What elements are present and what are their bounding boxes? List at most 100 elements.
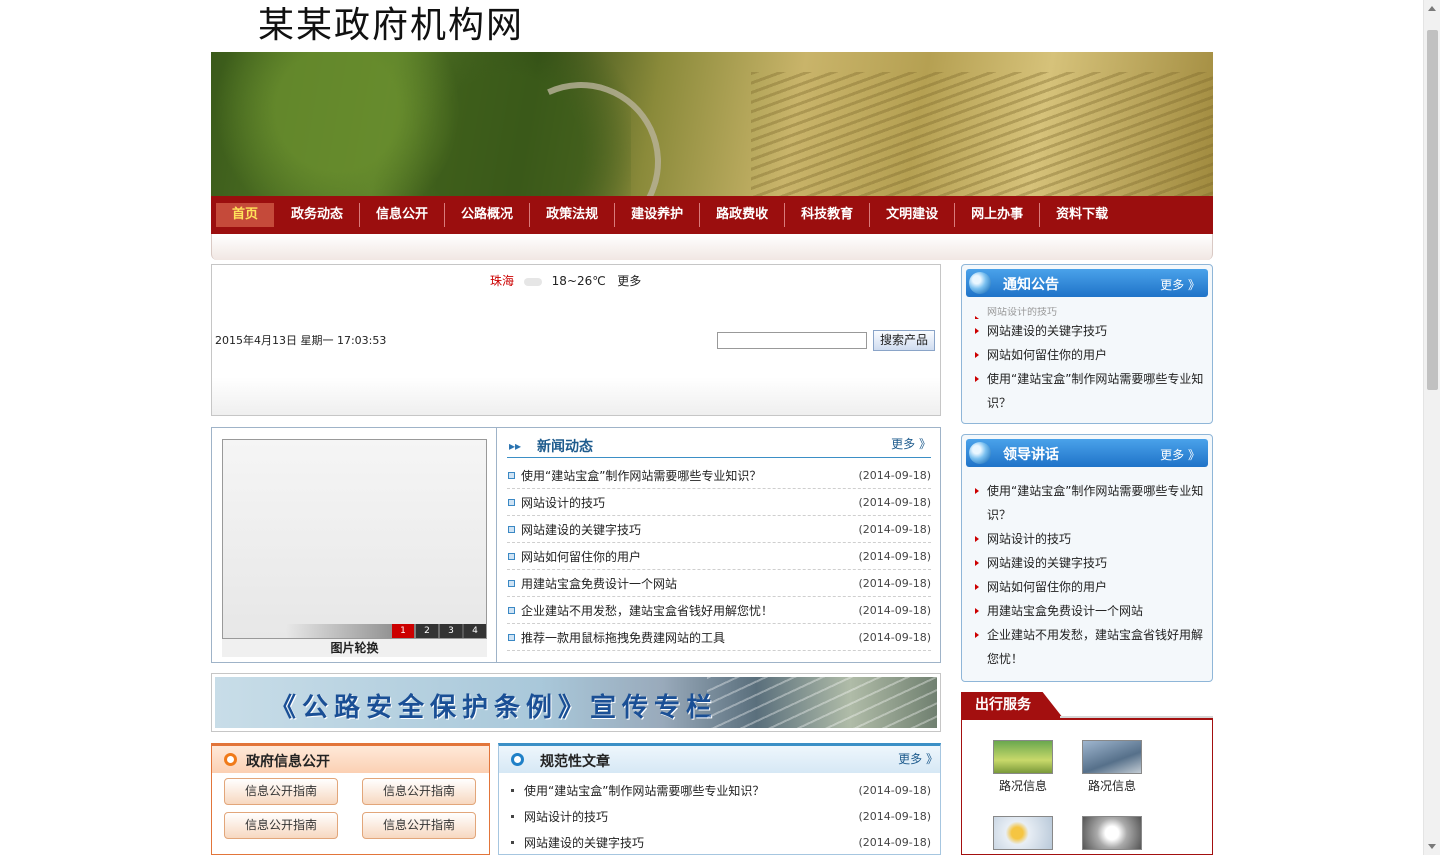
slider-dot[interactable]: 4 (464, 624, 486, 638)
map-service-link[interactable] (988, 816, 1058, 850)
news-item-date: (2014-09-18) (858, 495, 931, 509)
travel-panel: 路况信息 路况信息 (961, 718, 1213, 855)
news-more-link[interactable]: 更多 》 (891, 435, 931, 452)
nav-item-road-fees[interactable]: 路政费收 (700, 203, 786, 227)
leaders-panel: 领导讲话 更多 》 使用“建站宝盒”制作网站需要哪些专业知识？ 网站设计的技巧 … (961, 434, 1213, 682)
leader-item[interactable]: 企业建站不用发愁，建站宝盒省钱好用解您忧！ (972, 623, 1204, 671)
news-item-title[interactable]: 使用“建站宝盒”制作网站需要哪些专业知识？ (521, 467, 857, 484)
nav-item-road-overview[interactable]: 公路概况 (445, 203, 531, 227)
arrow-right-icon: ▸▸ (509, 439, 522, 453)
scrollbar-thumb[interactable] (1427, 30, 1438, 390)
news-item-date: (2014-09-18) (858, 522, 931, 536)
leaders-more-link[interactable]: 更多 》 (1160, 446, 1200, 463)
news-item[interactable]: 网站建设的关键字技巧 (2014-09-18) (507, 516, 931, 543)
slider-dot[interactable]: 1 (392, 624, 414, 638)
rules-title: 规范性文章 (540, 754, 610, 770)
leader-item[interactable]: 网站建设的关键字技巧 (972, 551, 1204, 575)
site-title: 某某政府机构网 (258, 5, 525, 46)
info-guide-button[interactable]: 信息公开指南 (224, 812, 338, 839)
nav-item-civilization[interactable]: 文明建设 (870, 203, 956, 227)
notice-item[interactable]: 网站设计的技巧 (972, 307, 1204, 319)
news-item-title[interactable]: 推荐一款用鼠标拖拽免费建网站的工具 (521, 629, 857, 646)
search-input[interactable] (717, 332, 867, 349)
leaders-list: 使用“建站宝盒”制作网站需要哪些专业知识？ 网站设计的技巧 网站建设的关键字技巧… (972, 479, 1204, 671)
rules-item-date: (2014-09-18) (858, 835, 931, 849)
bullet-icon (511, 788, 514, 792)
info-guide-button[interactable]: 信息公开指南 (362, 812, 476, 839)
traffic-info-label: 路况信息 (1087, 779, 1136, 793)
nav-item-home[interactable]: 首页 (216, 203, 275, 227)
news-item[interactable]: 使用“建站宝盒”制作网站需要哪些专业知识？ (2014-09-18) (507, 462, 931, 489)
promo-banner-text: 《公路安全保护条例》宣传专栏 (270, 693, 719, 723)
rules-item-date: (2014-09-18) (858, 783, 931, 797)
news-item-title[interactable]: 网站建设的关键字技巧 (521, 521, 857, 538)
weather-more-link[interactable]: 更多 (617, 274, 641, 288)
nav-item-construction[interactable]: 建设养护 (615, 203, 701, 227)
news-item[interactable]: 网站设计的技巧 (2014-09-18) (507, 489, 931, 516)
leader-item[interactable]: 网站如何留住你的用户 (972, 575, 1204, 599)
news-section: 1 2 3 4 图片轮换 ▸▸ 新闻动态 更多 》 使用“建站宝盒”制作网站需要… (211, 427, 941, 663)
rules-more-link[interactable]: 更多 》 (898, 750, 938, 767)
square-bullet-icon (508, 579, 515, 587)
square-bullet-icon (508, 606, 515, 614)
info-guide-button[interactable]: 信息公开指南 (224, 778, 338, 805)
rules-item[interactable]: 使用“建站宝盒”制作网站需要哪些专业知识？ (2014-09-18) (511, 781, 931, 799)
rules-item-title[interactable]: 网站建设的关键字技巧 (524, 834, 858, 851)
leader-item[interactable]: 网站设计的技巧 (972, 527, 1204, 551)
leaders-title: 领导讲话 (1003, 447, 1059, 463)
nav-item-online-service[interactable]: 网上办事 (955, 203, 1041, 227)
notice-item[interactable]: 使用“建站宝盒”制作网站需要哪些专业知识？ (972, 367, 1204, 415)
circle-icon (511, 753, 524, 766)
circle-icon (224, 753, 237, 766)
scroll-down-icon[interactable] (1428, 844, 1436, 849)
news-item-title[interactable]: 用建站宝盒免费设计一个网站 (521, 575, 857, 592)
rules-item[interactable]: 网站建设的关键字技巧 (2014-09-18) (511, 833, 931, 851)
news-item[interactable]: 推荐一款用鼠标拖拽免费建网站的工具 (2014-09-18) (507, 624, 931, 651)
slider-image[interactable]: 1 2 3 4 (222, 439, 487, 639)
news-item[interactable]: 用建站宝盒免费设计一个网站 (2014-09-18) (507, 570, 931, 597)
news-list-panel: ▸▸ 新闻动态 更多 》 使用“建站宝盒”制作网站需要哪些专业知识？ (2014-… (496, 428, 941, 662)
slider-controls: 1 2 3 4 (286, 624, 486, 638)
news-item-title[interactable]: 企业建站不用发愁，建站宝盒省钱好用解您忧！ (521, 602, 857, 619)
notice-item[interactable]: 网站建设的关键字技巧 (972, 319, 1204, 343)
nav-item-policy[interactable]: 政策法规 (530, 203, 616, 227)
page-scrollbar[interactable] (1423, 0, 1440, 855)
leader-item[interactable]: 使用“建站宝盒”制作网站需要哪些专业知识？ (972, 479, 1204, 527)
rules-item-title[interactable]: 使用“建站宝盒”制作网站需要哪些专业知识？ (524, 782, 858, 799)
traffic-info-link[interactable]: 路况信息 (988, 740, 1058, 794)
news-item-date: (2014-09-18) (858, 603, 931, 617)
notices-title: 通知公告 (1003, 277, 1059, 293)
gov-info-title: 政府信息公开 (246, 754, 330, 770)
news-item-date: (2014-09-18) (858, 549, 931, 563)
promo-banner[interactable]: 《公路安全保护条例》宣传专栏 (211, 673, 941, 732)
square-bullet-icon (508, 633, 515, 641)
weather-city[interactable]: 珠海 (490, 274, 514, 288)
news-item-title[interactable]: 网站如何留住你的用户 (521, 548, 857, 565)
notices-more-link[interactable]: 更多 》 (1160, 276, 1200, 293)
search-button[interactable]: 搜索产品 (873, 330, 935, 351)
rules-item-date: (2014-09-18) (858, 809, 931, 823)
leader-item[interactable]: 用建站宝盒免费设计一个网站 (972, 599, 1204, 623)
news-item[interactable]: 企业建站不用发愁，建站宝盒省钱好用解您忧！ (2014-09-18) (507, 597, 931, 624)
nav-item-gov-news[interactable]: 政务动态 (275, 203, 361, 227)
info-guide-button[interactable]: 信息公开指南 (362, 778, 476, 805)
nav-item-info-open[interactable]: 信息公开 (360, 203, 446, 227)
leaders-header: 领导讲话 更多 》 (966, 439, 1208, 467)
traffic-info-link[interactable]: 路况信息 (1077, 740, 1147, 794)
weather-temp: 18~26℃ (551, 274, 606, 288)
rules-item-title[interactable]: 网站设计的技巧 (524, 808, 858, 825)
news-item-title[interactable]: 网站设计的技巧 (521, 494, 857, 511)
slider-dot[interactable]: 2 (416, 624, 438, 638)
slider-caption: 图片轮换 (222, 639, 487, 657)
square-bullet-icon (508, 552, 515, 560)
scroll-up-icon[interactable] (1428, 6, 1436, 11)
slider-dot[interactable]: 3 (440, 624, 462, 638)
rules-item[interactable]: 网站设计的技巧 (2014-09-18) (511, 807, 931, 825)
rules-header: 规范性文章 更多 》 (499, 746, 940, 773)
nav-item-downloads[interactable]: 资料下载 (1040, 203, 1124, 227)
phone-service-link[interactable] (1077, 816, 1147, 850)
notice-item[interactable]: 网站如何留住你的用户 (972, 343, 1204, 367)
notices-panel: 通知公告 更多 》 网站设计的技巧 网站建设的关键字技巧 网站如何留住你的用户 … (961, 264, 1213, 424)
nav-item-science[interactable]: 科技教育 (785, 203, 871, 227)
news-item[interactable]: 网站如何留住你的用户 (2014-09-18) (507, 543, 931, 570)
